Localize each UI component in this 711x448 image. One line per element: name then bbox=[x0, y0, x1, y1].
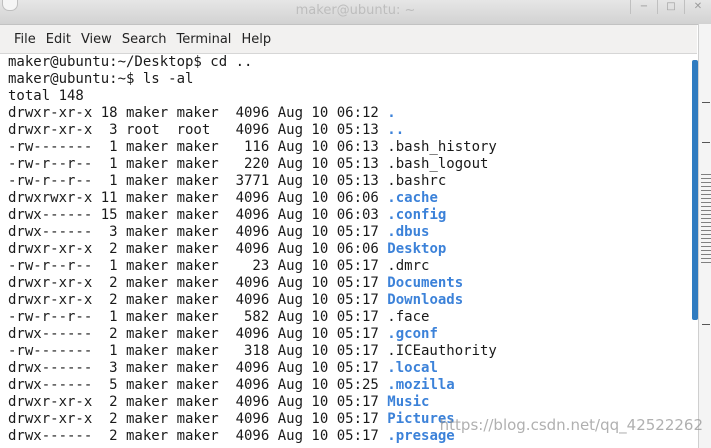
line-text: drwx------ 5 maker maker 4096 Aug 10 05:… bbox=[8, 377, 388, 393]
terminal-line: drwx------ 3 maker maker 4096 Aug 10 05:… bbox=[0, 360, 697, 377]
minimize-icon[interactable]: − bbox=[630, 0, 657, 14]
close-icon[interactable]: ✕ bbox=[684, 0, 711, 14]
directory-name: .config bbox=[387, 207, 447, 223]
directory-name: .mozilla bbox=[387, 377, 455, 393]
maximize-icon[interactable]: □ bbox=[657, 0, 684, 14]
edge-mark bbox=[702, 324, 710, 325]
window-controls: − □ ✕ bbox=[630, 0, 711, 14]
terminal-line: -rw------- 1 maker maker 318 Aug 10 05:1… bbox=[0, 343, 697, 360]
line-text: drwxr-xr-x 2 maker maker 4096 Aug 10 05:… bbox=[8, 411, 388, 427]
line-text: drwxr-xr-x 2 maker maker 4096 Aug 10 05:… bbox=[8, 394, 388, 410]
terminal-window: maker@ubuntu: ~ − □ ✕ File Edit View Sea… bbox=[0, 0, 711, 448]
menu-search[interactable]: Search bbox=[122, 32, 167, 47]
terminal-line: drwx------ 5 maker maker 4096 Aug 10 05:… bbox=[0, 377, 697, 394]
terminal-line: drwxr-xr-x 2 maker maker 4096 Aug 10 06:… bbox=[0, 241, 697, 258]
directory-name: . bbox=[387, 105, 396, 121]
edge-text-fragment bbox=[701, 174, 711, 264]
menu-help[interactable]: Help bbox=[241, 32, 271, 47]
line-text: -rw------- 1 maker maker 116 Aug 10 06:1… bbox=[8, 139, 497, 155]
directory-name: .cache bbox=[387, 190, 438, 206]
terminal-line: drwxr-xr-x 2 maker maker 4096 Aug 10 05:… bbox=[0, 292, 697, 309]
line-text: drwxr-xr-x 2 maker maker 4096 Aug 10 06:… bbox=[8, 241, 388, 257]
line-text: drwx------ 2 maker maker 4096 Aug 10 05:… bbox=[8, 428, 388, 444]
line-text: total 148 bbox=[8, 88, 84, 104]
line-text: -rw-r--r-- 1 maker maker 3771 Aug 10 05:… bbox=[8, 173, 447, 189]
directory-name: .dbus bbox=[387, 224, 430, 240]
line-text: maker@ubuntu:~/Desktop$ cd .. bbox=[8, 54, 253, 70]
line-text: drwxr-xr-x 18 maker maker 4096 Aug 10 06… bbox=[8, 105, 388, 121]
line-text: drwx------ 2 maker maker 4096 Aug 10 05:… bbox=[8, 326, 388, 342]
directory-name: .local bbox=[387, 360, 438, 376]
line-text: drwx------ 3 maker maker 4096 Aug 10 05:… bbox=[8, 224, 388, 240]
line-text: drwxr-xr-x 2 maker maker 4096 Aug 10 05:… bbox=[8, 275, 388, 291]
terminal-line: -rw-r--r-- 1 maker maker 582 Aug 10 05:1… bbox=[0, 309, 697, 326]
menu-view[interactable]: View bbox=[81, 32, 112, 47]
menu-edit[interactable]: Edit bbox=[46, 32, 71, 47]
terminal-line: -rw------- 1 maker maker 116 Aug 10 06:1… bbox=[0, 139, 697, 156]
line-text: drwxrwxr-x 11 maker maker 4096 Aug 10 06… bbox=[8, 190, 388, 206]
watermark: https://blog.csdn.net/qq_42522262 bbox=[439, 416, 703, 434]
terminal-line: maker@ubuntu:~$ ls -al bbox=[0, 71, 697, 88]
line-text: drwxr-xr-x 2 maker maker 4096 Aug 10 05:… bbox=[8, 292, 388, 308]
line-text: -rw-r--r-- 1 maker maker 23 Aug 10 05:17… bbox=[8, 258, 430, 274]
directory-name: Downloads bbox=[387, 292, 464, 308]
terminal-line: drwx------ 15 maker maker 4096 Aug 10 06… bbox=[0, 207, 697, 224]
terminal-line: drwxr-xr-x 2 maker maker 4096 Aug 10 05:… bbox=[0, 394, 697, 411]
terminal-line: drwxr-xr-x 18 maker maker 4096 Aug 10 06… bbox=[0, 105, 697, 122]
terminal-line: -rw-r--r-- 1 maker maker 23 Aug 10 05:17… bbox=[0, 258, 697, 275]
terminal-line: drwxr-xr-x 2 maker maker 4096 Aug 10 05:… bbox=[0, 275, 697, 292]
terminal-line: total 148 bbox=[0, 88, 697, 105]
edge-mark bbox=[702, 142, 710, 143]
terminal-line: maker@ubuntu:~/Desktop$ cd .. bbox=[0, 54, 697, 71]
directory-name: .. bbox=[387, 122, 405, 138]
window-title: maker@ubuntu: ~ bbox=[295, 3, 416, 18]
line-text: drwxr-xr-x 3 root root 4096 Aug 10 05:13 bbox=[8, 122, 388, 138]
edge-mark bbox=[702, 102, 710, 103]
menu-bar: File Edit View Search Terminal Help bbox=[0, 25, 697, 54]
terminal-line: drwx------ 2 maker maker 4096 Aug 10 05:… bbox=[0, 326, 697, 343]
directory-name: .gconf bbox=[387, 326, 438, 342]
line-text: -rw------- 1 maker maker 318 Aug 10 05:1… bbox=[8, 343, 497, 359]
directory-name: Desktop bbox=[387, 241, 447, 257]
terminal-line: drwx------ 3 maker maker 4096 Aug 10 05:… bbox=[0, 224, 697, 241]
terminal-line: -rw-r--r-- 1 maker maker 220 Aug 10 05:1… bbox=[0, 156, 697, 173]
terminal-line: drwxr-xr-x 3 root root 4096 Aug 10 05:13… bbox=[0, 122, 697, 139]
line-text: -rw-r--r-- 1 maker maker 220 Aug 10 05:1… bbox=[8, 156, 489, 172]
directory-name: Music bbox=[387, 394, 430, 410]
terminal-output[interactable]: maker@ubuntu:~/Desktop$ cd .. maker@ubunt… bbox=[0, 54, 697, 448]
directory-name: Documents bbox=[387, 275, 464, 291]
menu-terminal[interactable]: Terminal bbox=[176, 32, 231, 47]
line-text: drwx------ 3 maker maker 4096 Aug 10 05:… bbox=[8, 360, 388, 376]
terminal-line: drwxrwxr-x 11 maker maker 4096 Aug 10 06… bbox=[0, 190, 697, 207]
line-text: maker@ubuntu:~$ ls -al bbox=[8, 71, 194, 87]
menu-file[interactable]: File bbox=[14, 32, 36, 47]
title-bar[interactable]: maker@ubuntu: ~ − □ ✕ bbox=[0, 0, 711, 25]
terminal-line: -rw-r--r-- 1 maker maker 3771 Aug 10 05:… bbox=[0, 173, 697, 190]
line-text: -rw-r--r-- 1 maker maker 582 Aug 10 05:1… bbox=[8, 309, 430, 325]
line-text: drwx------ 15 maker maker 4096 Aug 10 06… bbox=[8, 207, 388, 223]
background-window-edge bbox=[698, 24, 711, 448]
